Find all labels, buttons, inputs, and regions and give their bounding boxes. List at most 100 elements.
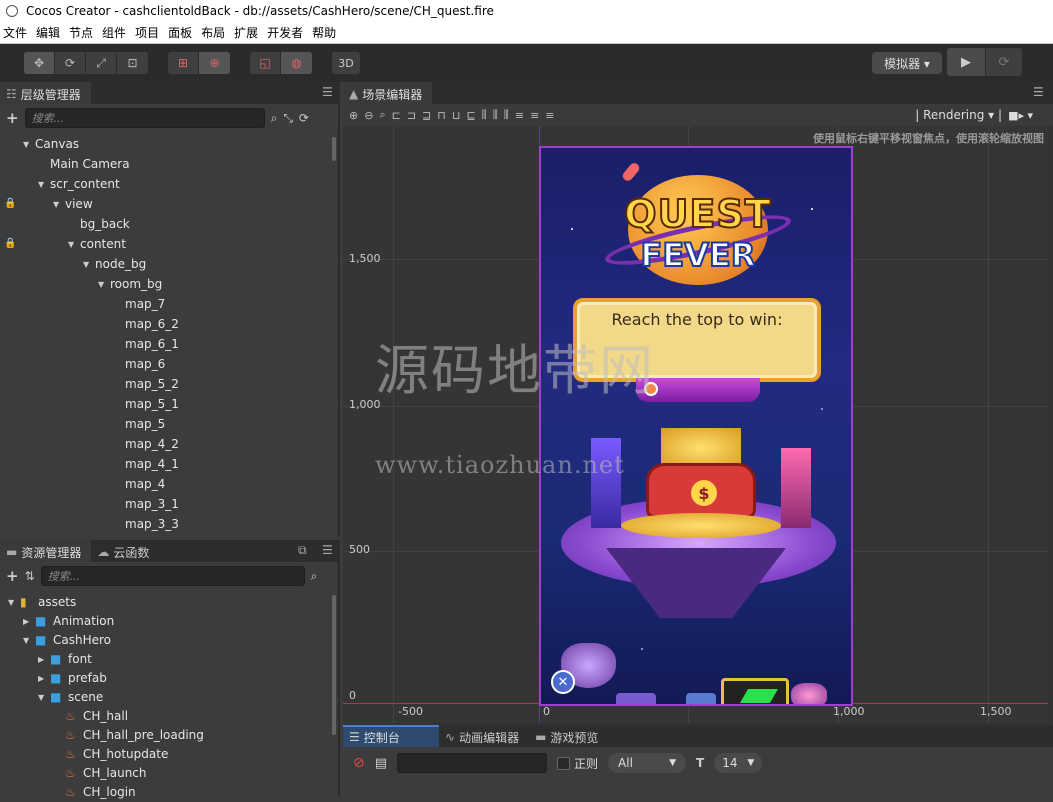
align-vcenter-icon[interactable]: ⊔ [452,109,461,122]
expand-arrow-icon[interactable]: ▼ [8,598,20,607]
hierarchy-node[interactable]: ▼ scr_content [38,174,120,194]
menu-help[interactable]: 帮助 [309,24,342,41]
hierarchy-node[interactable]: ▼ room_bg [98,274,162,294]
distribute-bottom-icon[interactable]: ≡ [545,109,554,122]
align-right-icon[interactable]: ⊒ [422,109,431,122]
align-hcenter-icon[interactable]: ⊐ [407,109,416,122]
hierarchy-node[interactable]: bg_back [68,214,130,234]
game-canvas[interactable]: QUEST FEVER Reach the top to win: $ ✕ [539,146,853,706]
scene-menu-icon[interactable]: ☰ [1033,85,1044,99]
menu-layout[interactable]: 布局 [198,24,231,41]
tab-assets[interactable]: ▬ 资源管理器 [0,540,92,562]
zoom-out-icon[interactable]: ⊖ [364,109,373,122]
toggle-3d-button[interactable]: 3D [332,52,360,74]
sort-icon[interactable]: ⇅ [25,569,35,583]
menu-developer[interactable]: 开发者 [264,24,309,41]
hierarchy-node[interactable]: ▼ Canvas [23,134,79,154]
pivot-center-icon[interactable]: ⊕ [199,52,230,74]
rect-tool-icon[interactable]: ⊡ [117,52,148,74]
hierarchy-node[interactable]: map_6 [113,354,165,374]
expand-arrow-icon[interactable]: ▼ [83,260,95,269]
asset-item[interactable]: ♨ CH_launch [53,763,147,783]
hierarchy-node[interactable]: map_6_1 [113,334,179,354]
tab-cloud-functions[interactable]: ☁ 云函数 [91,540,160,562]
expand-arrow-icon[interactable]: ▼ [98,280,110,289]
align-bottom-icon[interactable]: ⊑ [466,109,475,122]
asset-item[interactable]: ▶ ■ prefab [38,668,107,688]
expand-arrow-icon[interactable]: ▼ [38,693,50,702]
expand-arrow-icon[interactable]: ▶ [38,674,50,683]
align-top-icon[interactable]: ⊓ [437,109,446,122]
hierarchy-node[interactable]: map_4_2 [113,434,179,454]
assets-search-icon[interactable]: ⌕ [311,569,318,584]
scale-tool-icon[interactable]: ⤢ [86,52,117,74]
collapse-icon[interactable]: ⤡ [283,111,293,126]
asset-item[interactable]: ▶ ■ Animation [23,611,114,631]
hierarchy-node[interactable]: map_5_2 [113,374,179,394]
hierarchy-node[interactable]: map_4 [113,474,165,494]
close-game-button[interactable]: ✕ [551,670,575,694]
font-size-select[interactable]: 14 ▼ [714,753,763,773]
hierarchy-node[interactable]: map_7 [113,294,165,314]
expand-arrow-icon[interactable]: ▼ [23,636,35,645]
menu-edit[interactable]: 编辑 [33,24,66,41]
hierarchy-node[interactable]: map_5_1 [113,394,179,414]
asset-item[interactable]: ▼ ■ scene [38,687,103,707]
menu-component[interactable]: 组件 [99,24,132,41]
hierarchy-node[interactable]: Main Camera [38,154,130,174]
asset-item[interactable]: ▼ ■ CashHero [23,630,111,650]
hierarchy-search-input[interactable]: 搜索... [24,108,265,128]
regex-toggle[interactable]: 正则 [557,755,598,772]
align-left-icon[interactable]: ⊏ [392,109,401,122]
asset-item[interactable]: ♨ CH_hotupdate [53,744,168,764]
distribute-right-icon[interactable]: ⫼ [504,108,509,122]
snap-grid-icon[interactable]: ◍ [281,52,312,74]
lock-icon[interactable]: 🔒 [4,238,16,249]
clear-console-icon[interactable]: ⊘ [353,755,365,771]
menu-project[interactable]: 项目 [132,24,165,41]
regex-checkbox[interactable] [557,756,571,770]
distribute-middle-icon[interactable]: ≡ [530,109,539,122]
pivot-local-icon[interactable]: ⊞ [168,52,199,74]
hierarchy-node[interactable]: ▼ node_bg [83,254,146,274]
menu-file[interactable]: 文件 [0,24,33,41]
distribute-center-icon[interactable]: ⫼ [493,108,498,122]
open-log-icon[interactable]: ▤ [375,756,387,771]
play-icon[interactable]: ▶ [947,48,985,76]
refresh-icon[interactable]: ⟳ [986,48,1022,76]
hierarchy-node[interactable]: ▼ content [68,234,126,254]
refresh-hierarchy-icon[interactable]: ⟳ [299,111,309,125]
add-asset-icon[interactable]: + [6,567,19,585]
asset-item[interactable]: ♨ CH_hall [53,706,128,726]
camera-icon[interactable]: ■▸ ▾ [1008,109,1033,122]
hierarchy-node[interactable]: map_3_1 [113,494,179,514]
expand-arrow-icon[interactable]: ▼ [68,240,80,249]
simulator-dropdown[interactable]: 模拟器 ▾ [872,52,942,74]
hierarchy-scrollbar[interactable] [332,137,336,161]
hierarchy-node[interactable]: map_4_1 [113,454,179,474]
tab-hierarchy[interactable]: ☷ 层级管理器 [0,82,91,104]
assets-scrollbar[interactable] [332,595,336,735]
hierarchy-node[interactable]: map_3_3 [113,514,179,534]
hierarchy-node[interactable]: map_6_2 [113,314,179,334]
snap-rect-icon[interactable]: ◱ [250,52,281,74]
tab-console[interactable]: ☰ 控制台 [343,725,439,747]
hierarchy-node[interactable]: map_5 [113,414,165,434]
panel-menu-icon[interactable]: ☰ [322,85,333,99]
expand-arrow-icon[interactable]: ▼ [38,180,50,189]
zoom-in-icon[interactable]: ⊕ [349,109,358,122]
distribute-left-icon[interactable]: ⫼ [482,108,487,122]
asset-item[interactable]: ▼ ▮ assets [8,592,76,612]
distribute-top-icon[interactable]: ≡ [515,109,524,122]
zoom-reset-icon[interactable]: ⌕ [379,108,385,122]
log-level-select[interactable]: All ▼ [608,753,687,773]
console-filter-input[interactable] [397,753,548,773]
tab-animation-editor[interactable]: ∿ 动画编辑器 [439,725,530,747]
lock-icon[interactable]: 🔒 [4,198,16,209]
add-node-icon[interactable]: + [6,109,19,127]
asset-item[interactable]: ♨ CH_login [53,782,136,802]
expand-arrow-icon[interactable]: ▼ [23,140,35,149]
rotate-tool-icon[interactable]: ⟳ [55,52,86,74]
assets-search-input[interactable]: 搜索... [40,566,305,586]
rendering-dropdown[interactable]: | Rendering ▾ | [915,108,1002,122]
